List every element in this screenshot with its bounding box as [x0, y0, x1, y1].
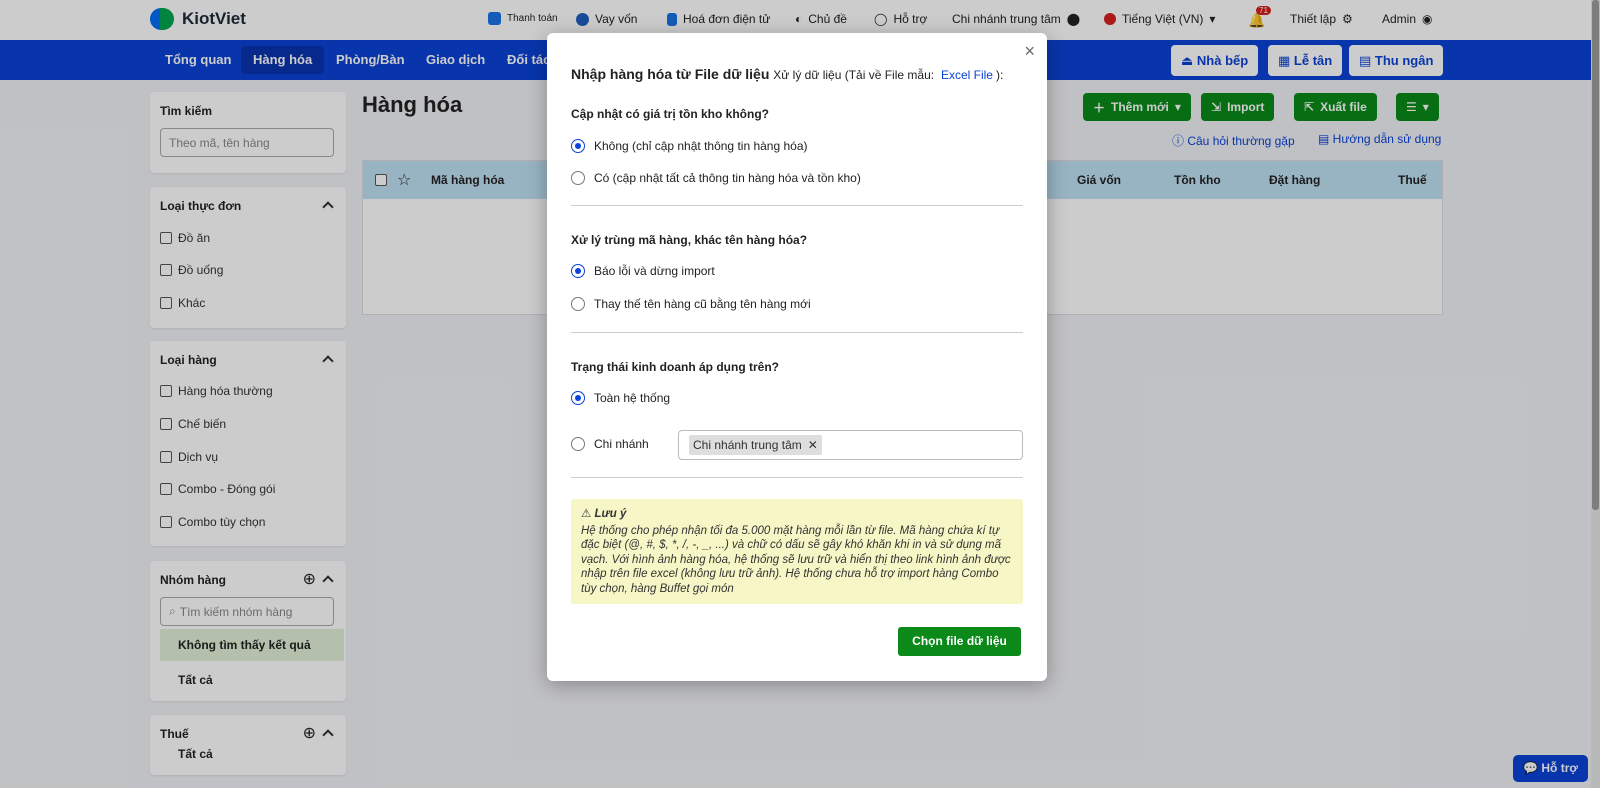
note-title: ⚠ Lưu ý	[581, 508, 627, 520]
excel-file-link[interactable]: Excel File	[937, 60, 996, 90]
radio-selected[interactable]	[571, 391, 585, 405]
question-stock: Cập nhật có giá trị tồn kho không?	[571, 107, 769, 121]
branch-tag: Chi nhánh trung tâm ✕	[689, 435, 822, 455]
divider	[571, 332, 1023, 333]
choose-file-button[interactable]: Chọn file dữ liệu	[898, 627, 1021, 656]
radio[interactable]	[571, 297, 585, 311]
remove-tag-icon[interactable]: ✕	[808, 435, 818, 455]
question-duplicate: Xử lý trùng mã hàng, khác tên hàng hóa?	[571, 233, 808, 247]
question-business-status: Trạng thái kinh doanh áp dụng trên?	[571, 360, 779, 374]
warning-icon: ⚠	[581, 508, 595, 520]
branch-multiselect[interactable]: Chi nhánh trung tâm ✕	[678, 430, 1023, 460]
import-modal: × Nhập hàng hóa từ File dữ liệu Xử lý dữ…	[547, 33, 1047, 681]
radio[interactable]	[571, 437, 585, 451]
option-error-stop[interactable]: Báo lỗi và dừng import	[571, 264, 715, 278]
option-with-stock[interactable]: Có (cập nhật tất cả thông tin hàng hóa v…	[571, 171, 861, 185]
radio[interactable]	[571, 171, 585, 185]
radio-selected[interactable]	[571, 264, 585, 278]
divider	[571, 477, 1023, 478]
radio-selected[interactable]	[571, 139, 585, 153]
modal-title: Nhập hàng hóa từ File dữ liệu Xử lý dữ l…	[571, 60, 1003, 90]
note-box: ⚠ Lưu ý Hệ thống cho phép nhận tối đa 5.…	[571, 499, 1023, 604]
option-no-stock[interactable]: Không (chỉ cập nhật thông tin hàng hóa)	[571, 139, 808, 153]
option-branch[interactable]: Chi nhánh	[571, 437, 649, 451]
close-icon[interactable]: ×	[1024, 41, 1035, 62]
option-whole-system[interactable]: Toàn hệ thống	[571, 391, 670, 405]
divider	[571, 205, 1023, 206]
note-text: Hệ thống cho phép nhận tối đa 5.000 mặt …	[581, 524, 1011, 595]
option-replace-name[interactable]: Thay thế tên hàng cũ bằng tên hàng mới	[571, 297, 811, 311]
